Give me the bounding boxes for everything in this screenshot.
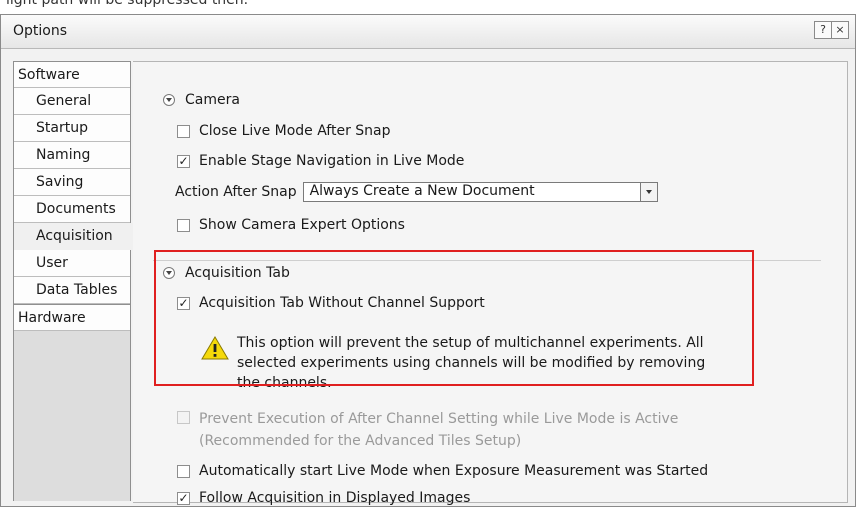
sidebar-item-naming[interactable]: Naming bbox=[14, 142, 130, 169]
sidebar-item-acquisition[interactable]: Acquisition bbox=[14, 223, 138, 250]
warning-line-3: the channels. bbox=[237, 375, 332, 391]
enable-stage-nav-label: Enable Stage Navigation in Live Mode bbox=[199, 153, 465, 169]
prevent-execution-line-2: (Recommended for the Advanced Tiles Setu… bbox=[199, 433, 522, 449]
show-expert-label: Show Camera Expert Options bbox=[199, 217, 405, 233]
enable-stage-nav-checkbox[interactable]: ✓ bbox=[177, 154, 190, 168]
warning-message: This option will prevent the setup of mu… bbox=[201, 333, 747, 393]
sidebar-item-user[interactable]: User bbox=[14, 250, 130, 277]
acquisition-tab-header-label: Acquisition Tab bbox=[185, 265, 290, 281]
warning-icon bbox=[201, 336, 229, 360]
chevron-down-icon[interactable] bbox=[639, 183, 657, 201]
sidebar-item-data-tables[interactable]: Data Tables bbox=[14, 277, 130, 304]
section-divider bbox=[153, 260, 821, 261]
without-channel-checkbox[interactable]: ✓ bbox=[177, 296, 190, 310]
options-sidebar: Software General Startup Naming Saving D… bbox=[13, 61, 138, 501]
prevent-execution-line-1: Prevent Execution of After Channel Setti… bbox=[199, 411, 679, 427]
enable-stage-nav-option[interactable]: ✓ Enable Stage Navigation in Live Mode bbox=[177, 153, 464, 169]
follow-acquisition-label: Follow Acquisition in Displayed Images bbox=[199, 490, 471, 506]
warning-line-1: This option will prevent the setup of mu… bbox=[237, 335, 704, 351]
window-title: Options bbox=[13, 23, 68, 39]
help-button[interactable]: ? bbox=[814, 21, 832, 39]
collapse-icon[interactable] bbox=[163, 267, 175, 279]
camera-section-header[interactable]: Camera bbox=[163, 92, 240, 108]
auto-live-option[interactable]: Automatically start Live Mode when Expos… bbox=[177, 463, 708, 479]
acquisition-tab-section-header[interactable]: Acquisition Tab bbox=[163, 265, 290, 281]
follow-acquisition-checkbox[interactable]: ✓ bbox=[177, 491, 190, 505]
sidebar-item-documents[interactable]: Documents bbox=[14, 196, 130, 223]
show-expert-checkbox[interactable] bbox=[177, 218, 190, 232]
close-live-mode-option[interactable]: Close Live Mode After Snap bbox=[177, 123, 391, 139]
show-expert-option[interactable]: Show Camera Expert Options bbox=[177, 217, 405, 233]
collapse-icon[interactable] bbox=[163, 94, 175, 106]
settings-panel: Camera Close Live Mode After Snap ✓ Enab… bbox=[133, 61, 848, 506]
sidebar-category-software[interactable]: Software bbox=[14, 61, 130, 88]
title-bar: Options ? × bbox=[1, 15, 855, 49]
sidebar-category-hardware[interactable]: Hardware bbox=[14, 304, 130, 331]
auto-live-checkbox[interactable] bbox=[177, 464, 190, 478]
camera-header-label: Camera bbox=[185, 92, 240, 108]
prevent-execution-checkbox bbox=[177, 411, 190, 424]
prevent-execution-option: Prevent Execution of After Channel Setti… bbox=[177, 408, 678, 452]
sidebar-item-startup[interactable]: Startup bbox=[14, 115, 130, 142]
warning-line-2: selected experiments using channels will… bbox=[237, 355, 706, 371]
action-after-snap-value: Always Create a New Document bbox=[309, 183, 535, 199]
intro-text: light path will be suppressed then. bbox=[6, 0, 249, 8]
close-button[interactable]: × bbox=[832, 21, 849, 39]
action-after-snap-label: Action After Snap bbox=[175, 184, 297, 200]
sidebar-item-general[interactable]: General bbox=[14, 88, 130, 115]
action-after-snap-select[interactable]: Always Create a New Document bbox=[302, 182, 658, 202]
options-dialog: Options ? × Software General Startup Nam… bbox=[0, 14, 856, 507]
without-channel-option[interactable]: ✓ Acquisition Tab Without Channel Suppor… bbox=[177, 295, 485, 311]
sidebar-item-saving[interactable]: Saving bbox=[14, 169, 130, 196]
follow-acquisition-option[interactable]: ✓ Follow Acquisition in Displayed Images bbox=[177, 490, 470, 506]
close-live-mode-checkbox[interactable] bbox=[177, 124, 190, 138]
without-channel-label: Acquisition Tab Without Channel Support bbox=[199, 295, 485, 311]
auto-live-label: Automatically start Live Mode when Expos… bbox=[199, 463, 709, 479]
close-live-mode-label: Close Live Mode After Snap bbox=[199, 123, 391, 139]
action-after-snap-row: Action After Snap Always Create a New Do… bbox=[175, 182, 658, 202]
